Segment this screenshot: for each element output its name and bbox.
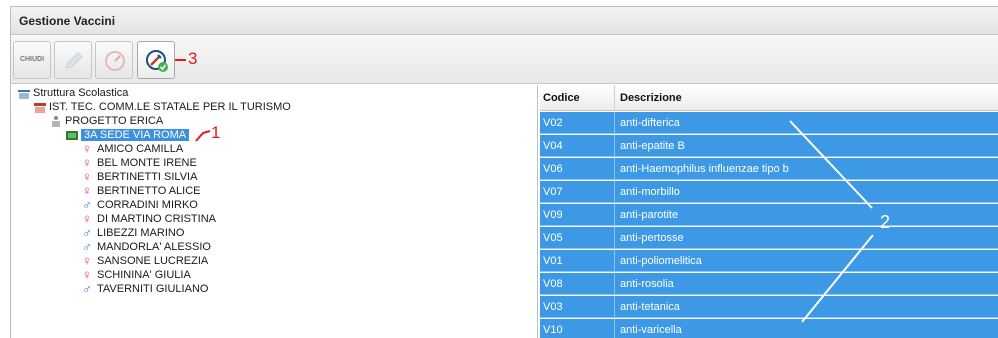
classroom-icon	[66, 131, 78, 140]
callout-3: 3	[188, 49, 198, 68]
male-icon: ♂	[82, 239, 92, 254]
close-button[interactable]: CHIUDI	[13, 41, 51, 79]
cell-separator	[614, 204, 615, 226]
student-name: MANDORLA' ALESSIO	[97, 241, 211, 253]
student-name: LIBEZZI MARINO	[97, 227, 185, 239]
cell-separator	[614, 158, 615, 180]
vaccine-button[interactable]	[137, 41, 175, 79]
tree-school-label: IST. TEC. COMM.LE STATALE PER IL TURISMO	[49, 101, 291, 113]
vaccine-grid: Codice Descrizione V02 anti-difterica V04 a…	[540, 85, 998, 338]
vaccine-description: anti-rosolia	[620, 278, 674, 290]
cell-separator	[614, 227, 615, 249]
vaccine-description: anti-difterica	[620, 117, 680, 129]
grid-row[interactable]: V02 anti-difterica	[540, 112, 998, 134]
vaccine-description: anti-tetanica	[620, 301, 680, 313]
grid-row[interactable]: V06 anti-Haemophilus influenzae tipo b	[540, 158, 998, 180]
female-icon: ♀	[82, 169, 92, 184]
pencil-icon	[65, 52, 83, 71]
grid-row[interactable]: V05 anti-pertosse	[540, 227, 998, 249]
edit-button[interactable]	[54, 41, 92, 79]
cell-separator	[614, 135, 615, 157]
institute-icon	[34, 103, 46, 113]
callout-2: 2	[880, 212, 891, 232]
gauge-button[interactable]	[95, 41, 133, 79]
female-icon: ♀	[82, 267, 92, 282]
student-name: DI MARTINO CRISTINA	[97, 213, 216, 225]
gauge-icon	[105, 51, 125, 71]
vaccine-code: V09	[543, 209, 563, 221]
project-icon	[52, 116, 60, 127]
grid-row[interactable]: V07 anti-morbillo	[540, 181, 998, 203]
student-name: BEL MONTE IRENE	[97, 157, 197, 169]
vaccine-code: V06	[543, 163, 563, 175]
callout-1: 1	[211, 123, 221, 142]
student-name: SCHININA' GIULIA	[97, 269, 191, 281]
vaccine-description: anti-parotite	[620, 209, 679, 221]
student-name: TAVERNITI GIULIANO	[97, 283, 209, 295]
vaccine-code: V10	[543, 324, 563, 336]
male-icon: ♂	[82, 197, 92, 212]
toolbar: CHIUDI	[11, 36, 998, 84]
column-header-description[interactable]: Descrizione	[620, 92, 682, 104]
tree-project-label: PROGETTO ERICA	[65, 115, 164, 127]
column-separator	[614, 85, 615, 111]
column-header-code[interactable]: Codice	[543, 92, 580, 104]
grid-row[interactable]: V01 anti-poliomelitica	[540, 250, 998, 272]
grid-row[interactable]: V03 anti-tetanica	[540, 296, 998, 318]
cell-separator	[614, 250, 615, 272]
vaccine-description: anti-Haemophilus influenzae tipo b	[620, 163, 789, 175]
cell-separator	[614, 273, 615, 295]
student-name: BERTINETTO ALICE	[97, 185, 201, 197]
grid-row[interactable]: V08 anti-rosolia	[540, 273, 998, 295]
female-icon: ♀	[82, 253, 92, 268]
grid-header: Codice Descrizione	[540, 85, 998, 111]
student-name: BERTINETTI SILVIA	[97, 171, 198, 183]
vaccine-description: anti-epatite B	[620, 140, 685, 152]
female-icon: ♀	[82, 211, 92, 226]
vaccine-code: V03	[543, 301, 563, 313]
vaccine-code: V08	[543, 278, 563, 290]
vaccine-code: V04	[543, 140, 563, 152]
student-name: AMICO CAMILLA	[97, 143, 184, 155]
grid-row[interactable]: V10 anti-varicella	[540, 319, 998, 338]
female-icon: ♀	[82, 183, 92, 198]
vaccine-code: V07	[543, 186, 563, 198]
cell-separator	[614, 319, 615, 338]
female-icon: ♀	[82, 141, 92, 156]
student-name: SANSONE LUCREZIA	[97, 255, 209, 267]
syringe-check-icon	[146, 50, 168, 72]
vaccine-description: anti-morbillo	[620, 186, 680, 198]
cell-separator	[614, 296, 615, 318]
title-bar: Gestione Vaccini	[11, 7, 998, 35]
grid-row[interactable]: V09 anti-parotite	[540, 204, 998, 226]
male-icon: ♂	[82, 281, 92, 296]
vaccine-code: V05	[543, 232, 563, 244]
grid-row[interactable]: V04 anti-epatite B	[540, 135, 998, 157]
tree-root-label: Struttura Scolastica	[33, 87, 129, 99]
cell-separator	[614, 112, 615, 134]
tree-class-label: 3A SEDE VIA ROMA	[81, 129, 190, 141]
vaccine-code: V02	[543, 117, 563, 129]
male-icon: ♂	[82, 225, 92, 240]
vaccine-description: anti-poliomelitica	[620, 255, 702, 267]
window-title: Gestione Vaccini	[19, 14, 116, 28]
vaccine-management-window: Gestione Vaccini CHIUDI Struttura Scolas…	[10, 6, 998, 338]
school-building-icon	[18, 90, 30, 99]
vaccine-description: anti-pertosse	[620, 232, 684, 244]
female-icon: ♀	[82, 155, 92, 170]
student-name: CORRADINI MIRKO	[97, 199, 198, 211]
cell-separator	[614, 181, 615, 203]
close-button-label: CHIUDI	[19, 56, 45, 63]
vaccine-description: anti-varicella	[620, 324, 682, 336]
school-structure-tree: Struttura Scolastica IST. TEC. COMM.LE S…	[11, 85, 538, 338]
vaccine-code: V01	[543, 255, 563, 267]
